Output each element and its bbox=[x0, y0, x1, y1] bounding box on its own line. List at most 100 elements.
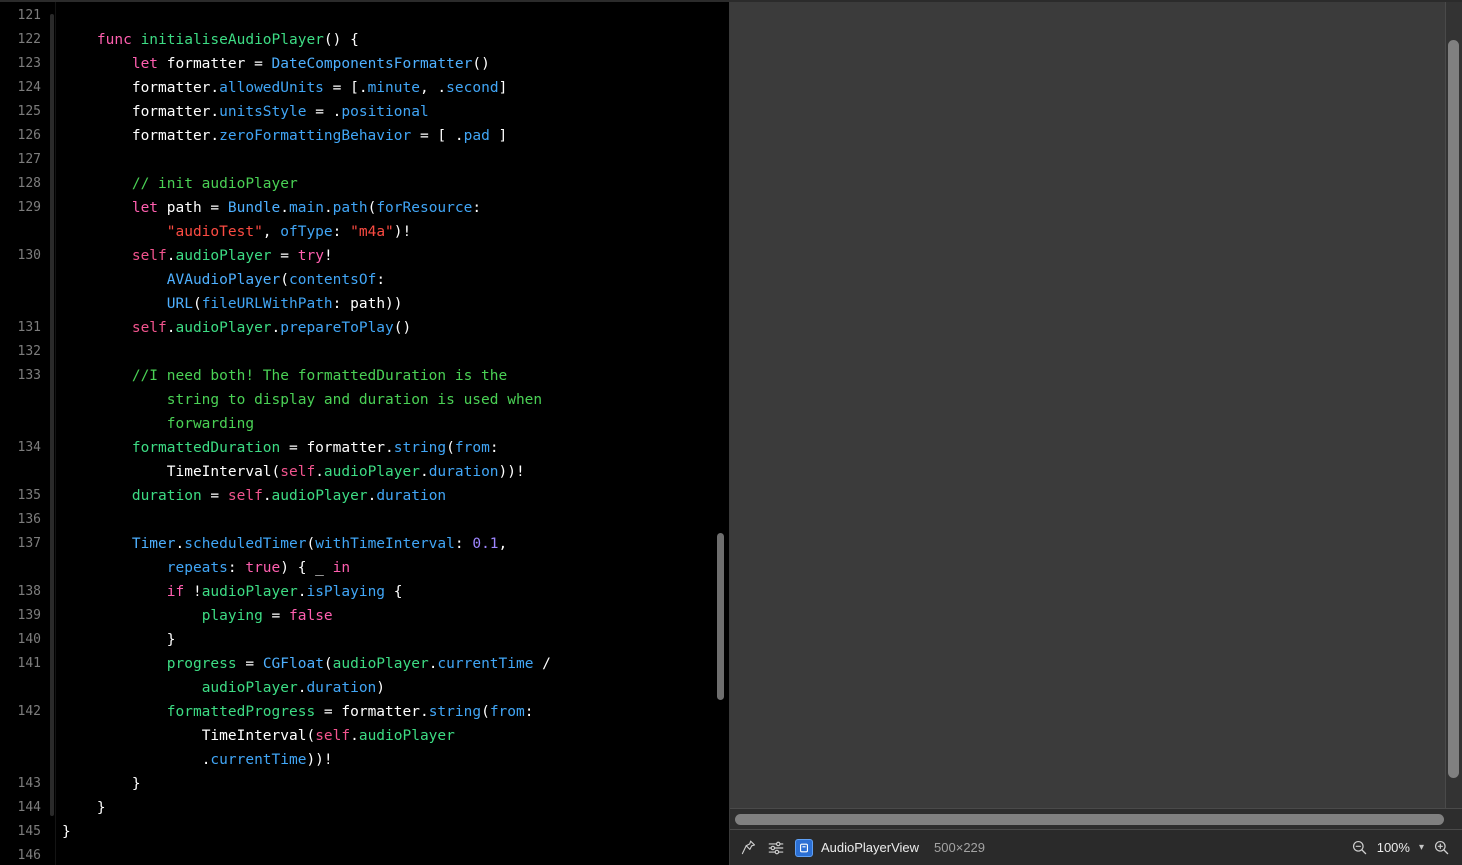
pin-icon[interactable] bbox=[740, 839, 757, 856]
code-token: in bbox=[332, 560, 351, 576]
gutter-change-bar bbox=[50, 14, 54, 816]
code-token: . bbox=[323, 200, 333, 216]
code-token: path bbox=[332, 200, 368, 216]
code-token: URL bbox=[166, 296, 193, 312]
code-token: forResource bbox=[376, 200, 473, 216]
zoom-in-icon[interactable] bbox=[1433, 839, 1450, 856]
line-number-wrap: · bbox=[0, 388, 48, 412]
chevron-down-icon[interactable]: ▾ bbox=[1419, 842, 1424, 853]
preview-view-name: AudioPlayerView bbox=[821, 840, 920, 855]
code-token: "audioTest" bbox=[166, 224, 263, 240]
code-token: main bbox=[289, 200, 324, 216]
code-token: . bbox=[210, 104, 220, 120]
line-number: 134 bbox=[17, 440, 41, 455]
line-number: 141 bbox=[17, 656, 41, 671]
code-token: ofType bbox=[280, 224, 333, 240]
code-token: 0.1 bbox=[472, 536, 499, 552]
code-token: = bbox=[201, 200, 228, 216]
line-number: 132 bbox=[17, 344, 41, 359]
code-token: formattedProgress bbox=[166, 704, 316, 720]
code-line: duration = self.audioPlayer.duration bbox=[62, 484, 730, 508]
code-token: string to display and duration is used w… bbox=[166, 392, 543, 408]
code-token: formatter bbox=[166, 56, 246, 72]
code-line: // init audioPlayer bbox=[62, 172, 730, 196]
code-line: if !audioPlayer.isPlaying { bbox=[62, 580, 730, 604]
code-line: .currentTime))! bbox=[62, 748, 730, 772]
code-token: . bbox=[385, 440, 394, 456]
preview-device-icon[interactable] bbox=[795, 838, 813, 857]
code-line: //I need both! The formattedDuration is … bbox=[62, 364, 730, 388]
preview-vertical-scrollbar-thumb[interactable] bbox=[1448, 40, 1459, 778]
code-token: ( bbox=[271, 464, 281, 480]
preview-horizontal-scrollbar-track[interactable] bbox=[730, 808, 1462, 829]
code-token: ( bbox=[306, 728, 316, 744]
line-number: 137 bbox=[17, 536, 41, 551]
code-token: contentsOf bbox=[289, 272, 377, 288]
preview-vertical-scrollbar-track[interactable] bbox=[1445, 0, 1462, 808]
editor-scrollbar-thumb[interactable] bbox=[717, 533, 724, 700]
code-token: //I need both! The formattedDuration is … bbox=[131, 368, 508, 384]
code-token: , . bbox=[419, 80, 447, 96]
source-code-area[interactable]: func initialiseAudioPlayer() { let forma… bbox=[48, 0, 730, 865]
line-number: 124 bbox=[17, 80, 41, 95]
line-number-wrap: · bbox=[0, 268, 48, 292]
code-line: AVAudioPlayer(contentsOf: bbox=[62, 268, 730, 292]
code-token: = [ . bbox=[411, 128, 464, 144]
sliders-icon[interactable] bbox=[767, 839, 785, 857]
zoom-controls: 100% ▾ bbox=[1351, 839, 1450, 856]
line-number: 139 bbox=[17, 608, 41, 623]
line-number: 146 bbox=[17, 848, 41, 863]
line-number: 145 bbox=[17, 824, 41, 839]
preview-horizontal-scrollbar-thumb[interactable] bbox=[735, 814, 1444, 825]
code-token: ))! bbox=[498, 464, 525, 480]
code-token: string bbox=[428, 704, 482, 720]
code-line: formattedDuration = formatter.string(fro… bbox=[62, 436, 730, 460]
code-token: ) bbox=[376, 680, 386, 696]
code-token: audioPlayer bbox=[323, 464, 420, 480]
code-token: = . bbox=[306, 104, 342, 120]
code-token: : bbox=[376, 272, 386, 288]
code-token: audioPlayer bbox=[201, 680, 298, 696]
code-token: ( bbox=[323, 656, 333, 672]
code-token: } bbox=[62, 824, 71, 840]
code-token: () bbox=[393, 320, 412, 336]
code-token: audioPlayer bbox=[201, 584, 298, 600]
code-token: = bbox=[245, 56, 272, 72]
code-editor-pane: 121122123124125126127128129·130··1311321… bbox=[0, 0, 730, 865]
code-line: self.audioPlayer.prepareToPlay() bbox=[62, 316, 730, 340]
editor-scrollbar-track[interactable] bbox=[712, 0, 730, 865]
code-token: duration bbox=[306, 680, 377, 696]
code-token: = bbox=[236, 656, 263, 672]
zoom-level-label[interactable]: 100% bbox=[1377, 840, 1410, 855]
code-token: zeroFormattingBehavior bbox=[219, 128, 412, 144]
code-line: TimeInterval(self.audioPlayer.duration))… bbox=[62, 460, 730, 484]
code-token: // init audioPlayer bbox=[131, 176, 298, 192]
code-token: = bbox=[201, 488, 228, 504]
code-line: } bbox=[62, 796, 730, 820]
code-token: playing bbox=[201, 608, 263, 624]
code-token: second bbox=[446, 80, 499, 96]
code-token: { bbox=[385, 584, 403, 600]
line-number: 144 bbox=[17, 800, 41, 815]
code-token: let bbox=[131, 56, 167, 72]
code-token: : bbox=[227, 560, 246, 576]
code-token: . bbox=[166, 248, 176, 264]
code-line: func initialiseAudioPlayer() { bbox=[62, 28, 730, 52]
line-number: 123 bbox=[17, 56, 41, 71]
zoom-out-icon[interactable] bbox=[1351, 839, 1368, 856]
code-line: let path = Bundle.main.path(forResource: bbox=[62, 196, 730, 220]
line-number: 121 bbox=[17, 8, 41, 23]
code-token: self bbox=[131, 248, 167, 264]
code-token: . bbox=[166, 320, 176, 336]
line-number: 136 bbox=[17, 512, 41, 527]
code-token: formattedDuration bbox=[131, 440, 281, 456]
